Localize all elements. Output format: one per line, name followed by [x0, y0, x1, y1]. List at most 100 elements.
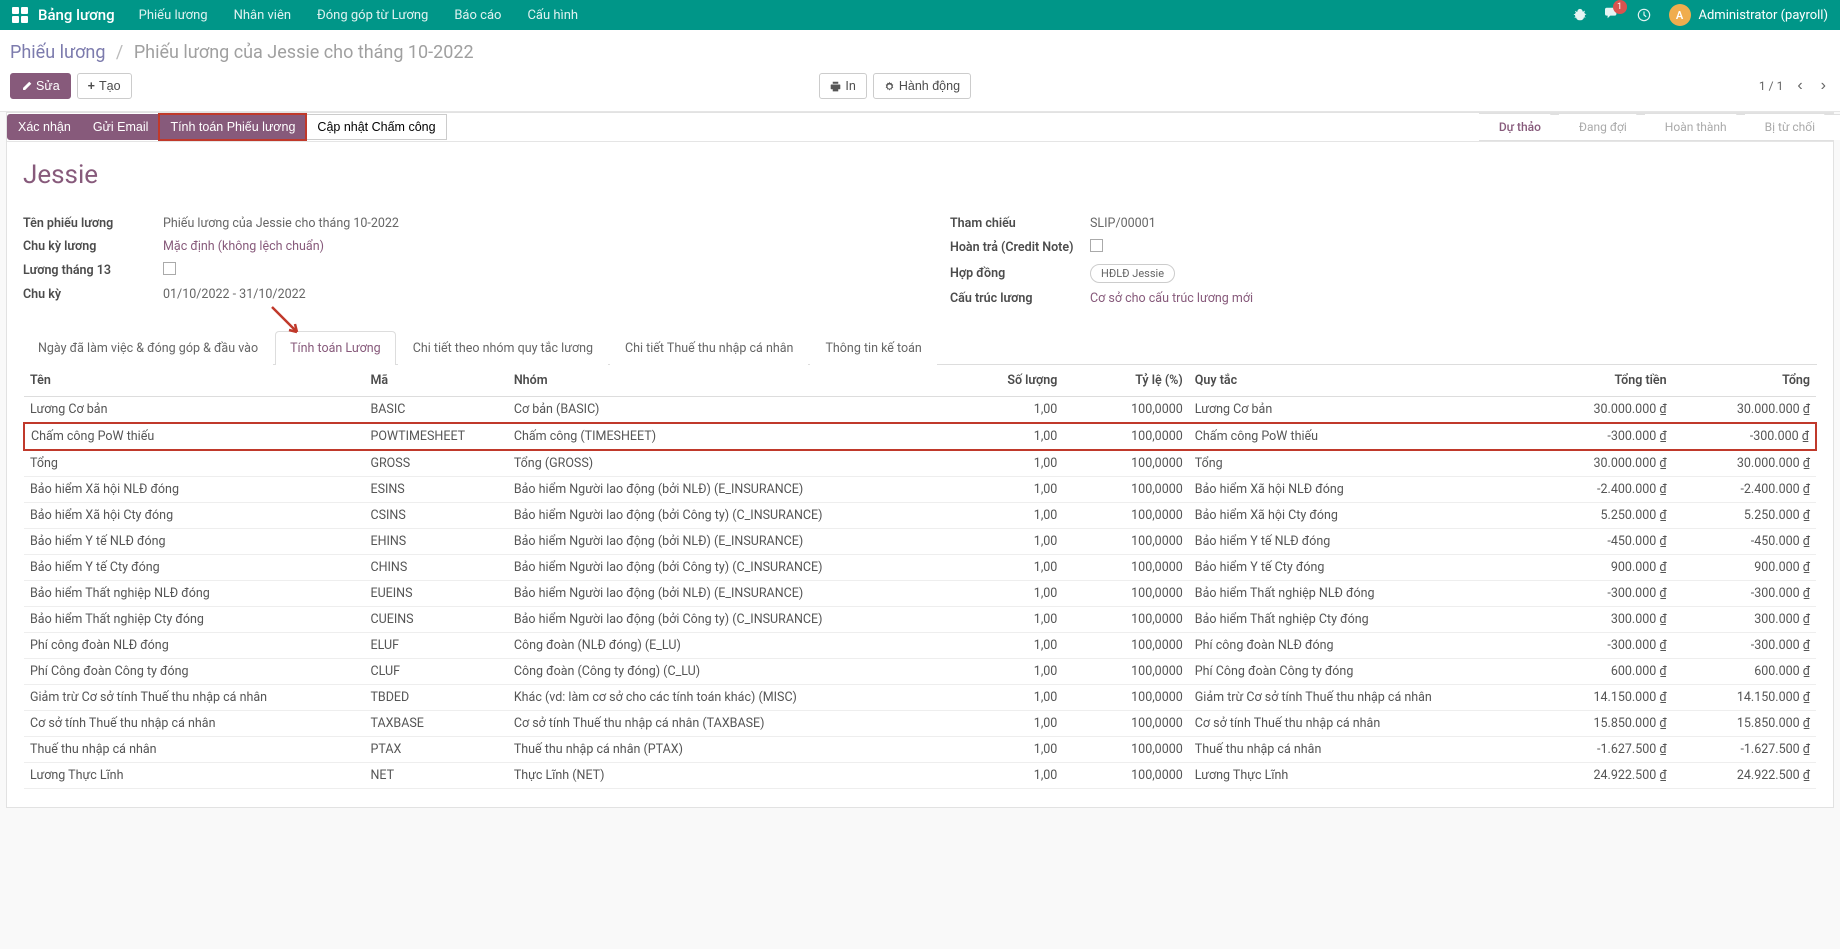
- payslip-lines-table: Tên Mã Nhóm Số lượng Tỷ lệ (%) Quy tắc T…: [23, 365, 1817, 789]
- pencil-icon: [21, 81, 32, 92]
- th-rate[interactable]: Tỷ lệ (%): [1063, 365, 1188, 397]
- menu-item-reports[interactable]: Báo cáo: [454, 8, 501, 23]
- label-cycle: Chu kỳ lương: [23, 239, 163, 254]
- value-structure[interactable]: Cơ sở cho cấu trúc lương mới: [1090, 291, 1817, 306]
- messages-badge: 1: [1613, 0, 1627, 14]
- cell-total: 24.922.500 ₫: [1673, 763, 1816, 789]
- compute-payslip-button[interactable]: Tính toán Phiếu lương: [159, 114, 306, 140]
- status-draft[interactable]: Dự thảo: [1479, 113, 1559, 141]
- table-row[interactable]: Bảo hiểm Xã hội Cty đóngCSINSBảo hiểm Ng…: [24, 503, 1816, 529]
- cell-total: -300.000 ₫: [1673, 581, 1816, 607]
- create-button[interactable]: + Tạo: [77, 73, 132, 99]
- th-code[interactable]: Mã: [364, 365, 507, 397]
- cell-name: Phí công đoàn NLĐ đóng: [24, 633, 364, 659]
- cell-code: PTAX: [364, 737, 507, 763]
- status-done[interactable]: Hoàn thành: [1645, 113, 1745, 141]
- send-email-button[interactable]: Gửi Email: [82, 114, 160, 140]
- status-arrows: Dự thảo Đang đợi Hoàn thành Bị từ chối: [1479, 113, 1833, 141]
- value-cycle[interactable]: Mặc định (không lệch chuẩn): [163, 239, 890, 254]
- table-row[interactable]: Lương Thực LĩnhNETThực Lĩnh (NET)1,00100…: [24, 763, 1816, 789]
- cell-code: TAXBASE: [364, 711, 507, 737]
- cell-total: 30.000.000 ₫: [1673, 397, 1816, 424]
- table-row[interactable]: Cơ sở tính Thuế thu nhập cá nhânTAXBASEC…: [24, 711, 1816, 737]
- cell-code: EUEINS: [364, 581, 507, 607]
- cell-rule: Phí Công đoàn Công ty đóng: [1189, 659, 1529, 685]
- cell-qty: 1,00: [956, 423, 1064, 450]
- apps-icon[interactable]: [12, 7, 28, 23]
- pager-prev[interactable]: ‹: [1793, 75, 1806, 97]
- status-bar: Xác nhận Gửi Email Tính toán Phiếu lương…: [7, 113, 1833, 142]
- cell-qty: 1,00: [956, 711, 1064, 737]
- cell-qty: 1,00: [956, 659, 1064, 685]
- cell-code: NET: [364, 763, 507, 789]
- table-row[interactable]: Chấm công PoW thiếuPOWTIMESHEETChấm công…: [24, 423, 1816, 450]
- cell-name: Bảo hiểm Xã hội NLĐ đóng: [24, 477, 364, 503]
- status-waiting[interactable]: Đang đợi: [1559, 113, 1645, 141]
- checkbox-credit-note[interactable]: [1090, 239, 1103, 252]
- table-row[interactable]: Bảo hiểm Xã hội NLĐ đóngESINSBảo hiểm Ng…: [24, 477, 1816, 503]
- menu-item-employees[interactable]: Nhân viên: [234, 8, 291, 23]
- menu-item-payslips[interactable]: Phiếu lương: [139, 8, 208, 23]
- user-menu[interactable]: A Administrator (payroll): [1669, 4, 1829, 26]
- cell-amount: 14.150.000 ₫: [1529, 685, 1672, 711]
- cell-group: Bảo hiểm Người lao động (bởi Công ty) (C…: [508, 555, 956, 581]
- table-row[interactable]: Bảo hiểm Y tế NLĐ đóngEHINSBảo hiểm Ngườ…: [24, 529, 1816, 555]
- bug-icon[interactable]: [1573, 8, 1587, 22]
- cell-qty: 1,00: [956, 737, 1064, 763]
- table-row[interactable]: Giảm trừ Cơ sở tính Thuế thu nhập cá nhâ…: [24, 685, 1816, 711]
- th-amount[interactable]: Tổng tiền: [1529, 365, 1672, 397]
- breadcrumb-current: Phiếu lương của Jessie cho tháng 10-2022: [134, 42, 474, 63]
- table-row[interactable]: Phí Công đoàn Công ty đóngCLUFCông đoàn …: [24, 659, 1816, 685]
- status-rejected[interactable]: Bị từ chối: [1745, 113, 1833, 141]
- pager-next[interactable]: ›: [1817, 75, 1830, 97]
- edit-button[interactable]: Sửa: [10, 73, 71, 99]
- cell-qty: 1,00: [956, 397, 1064, 424]
- cell-group: Thuế thu nhập cá nhân (PTAX): [508, 737, 956, 763]
- menu-item-config[interactable]: Cấu hình: [527, 8, 578, 23]
- cell-rule: Chấm công PoW thiếu: [1189, 423, 1529, 450]
- detail-tabs: Ngày đã làm việc & đóng góp & đầu vào Tí…: [23, 330, 1817, 365]
- table-row[interactable]: TổngGROSSTổng (GROSS)1,00100,0000Tổng30.…: [24, 450, 1816, 477]
- tab-rule-groups[interactable]: Chi tiết theo nhóm quy tắc lương: [398, 331, 608, 365]
- cell-total: 15.850.000 ₫: [1673, 711, 1816, 737]
- th-total[interactable]: Tổng: [1673, 365, 1816, 397]
- tag-contract[interactable]: HĐLĐ Jessie: [1090, 264, 1175, 283]
- table-row[interactable]: Phí công đoàn NLĐ đóngELUFCông đoàn (NLĐ…: [24, 633, 1816, 659]
- th-rule[interactable]: Quy tắc: [1189, 365, 1529, 397]
- messages-icon[interactable]: 1: [1605, 6, 1619, 24]
- clock-icon[interactable]: [1637, 8, 1651, 22]
- tab-tax-detail[interactable]: Chi tiết Thuế thu nhập cá nhân: [610, 331, 808, 365]
- th-group[interactable]: Nhóm: [508, 365, 956, 397]
- tab-computation[interactable]: Tính toán Lương: [275, 331, 396, 365]
- breadcrumb-root[interactable]: Phiếu lương: [10, 42, 105, 63]
- table-row[interactable]: Bảo hiểm Thất nghiệp Cty đóngCUEINSBảo h…: [24, 607, 1816, 633]
- table-row[interactable]: Thuế thu nhập cá nhânPTAXThuế thu nhập c…: [24, 737, 1816, 763]
- app-brand: Bảng lương: [38, 6, 115, 24]
- cell-group: Bảo hiểm Người lao động (bởi NLĐ) (E_INS…: [508, 529, 956, 555]
- breadcrumb: Phiếu lương / Phiếu lương của Jessie cho…: [10, 42, 1830, 63]
- cell-rate: 100,0000: [1063, 423, 1188, 450]
- cell-amount: 15.850.000 ₫: [1529, 711, 1672, 737]
- confirm-button[interactable]: Xác nhận: [7, 114, 82, 140]
- cell-amount: 24.922.500 ₫: [1529, 763, 1672, 789]
- tab-worked-days[interactable]: Ngày đã làm việc & đóng góp & đầu vào: [23, 331, 273, 365]
- cell-rate: 100,0000: [1063, 450, 1188, 477]
- pager-text: 1 / 1: [1759, 79, 1783, 93]
- cell-rate: 100,0000: [1063, 685, 1188, 711]
- cell-rate: 100,0000: [1063, 477, 1188, 503]
- table-row[interactable]: Bảo hiểm Y tế Cty đóngCHINSBảo hiểm Ngườ…: [24, 555, 1816, 581]
- action-button[interactable]: Hành động: [873, 73, 971, 99]
- cell-total: 30.000.000 ₫: [1673, 450, 1816, 477]
- menu-item-contributions[interactable]: Đóng góp từ Lương: [317, 8, 428, 23]
- checkbox-month13[interactable]: [163, 262, 176, 275]
- main-menu: Phiếu lương Nhân viên Đóng góp từ Lương …: [139, 8, 1573, 23]
- table-row[interactable]: Lương Cơ bảnBASICCơ bản (BASIC)1,00100,0…: [24, 397, 1816, 424]
- th-qty[interactable]: Số lượng: [956, 365, 1064, 397]
- plus-icon: +: [88, 79, 95, 93]
- table-row[interactable]: Bảo hiểm Thất nghiệp NLĐ đóngEUEINSBảo h…: [24, 581, 1816, 607]
- cell-rate: 100,0000: [1063, 397, 1188, 424]
- th-name[interactable]: Tên: [24, 365, 364, 397]
- tab-accounting[interactable]: Thông tin kế toán: [810, 331, 936, 365]
- update-attendance-button[interactable]: Cập nhật Chấm công: [306, 114, 446, 140]
- print-button[interactable]: In: [819, 73, 866, 99]
